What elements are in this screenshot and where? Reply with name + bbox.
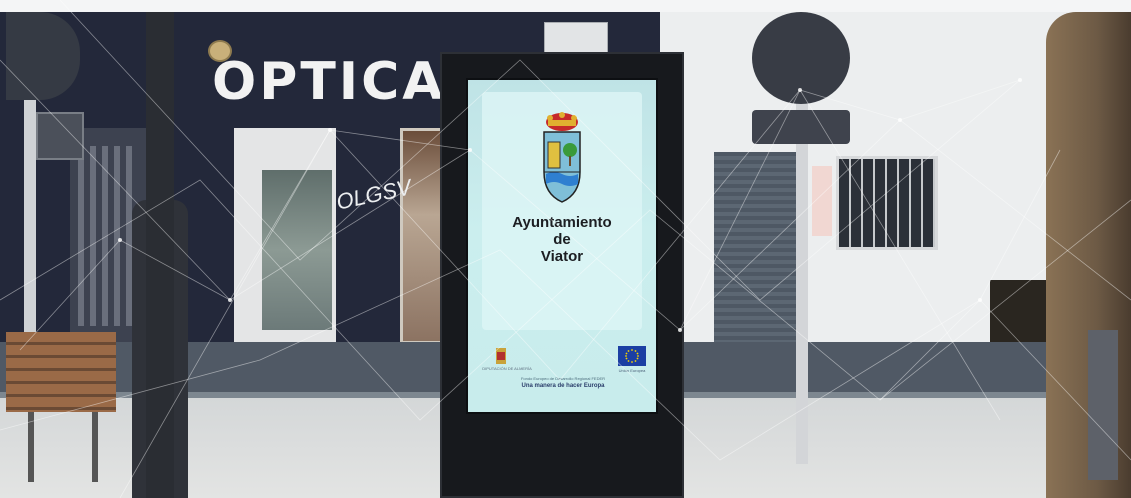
chair-right xyxy=(1088,330,1118,480)
barred-window xyxy=(836,156,938,250)
bench-leg xyxy=(28,412,34,482)
town-title-line1: Ayuntamiento xyxy=(512,214,612,231)
sign-plate-left xyxy=(36,112,84,160)
sign-plate-right xyxy=(752,110,850,144)
traffic-sign-right xyxy=(752,12,850,104)
street-scene: OPTICA S OLGSV Ayuntamiento de Viator DI… xyxy=(0,0,1131,498)
bench-leg xyxy=(92,412,98,482)
rolling-shutter xyxy=(714,152,800,342)
eu-motto: Una manera de hacer Europa xyxy=(521,383,605,389)
shop-entrance-glass xyxy=(262,170,332,330)
eu-flag-icon xyxy=(618,346,646,366)
town-title-line3: Viator xyxy=(540,248,584,265)
wall-poster xyxy=(812,166,832,236)
eu-caption: Unión Europea xyxy=(618,368,646,373)
wooden-bench xyxy=(6,332,116,412)
air-conditioner-unit xyxy=(544,22,608,56)
door-bars xyxy=(78,146,138,326)
lamp-post xyxy=(146,12,174,498)
window-bars xyxy=(839,159,935,247)
town-title-line2: de xyxy=(553,231,571,248)
town-coat-of-arms-icon xyxy=(543,112,581,203)
sky-strip xyxy=(0,0,1131,12)
diputacion-label: DIPUTACIÓN DE ALMERÍA xyxy=(482,366,532,371)
feder-fund-text: Fondo Europeo de Desarrollo Regional FED… xyxy=(520,376,606,381)
traffic-sign-left xyxy=(6,12,80,100)
town-name: Ayuntamiento de Viator xyxy=(482,214,642,265)
